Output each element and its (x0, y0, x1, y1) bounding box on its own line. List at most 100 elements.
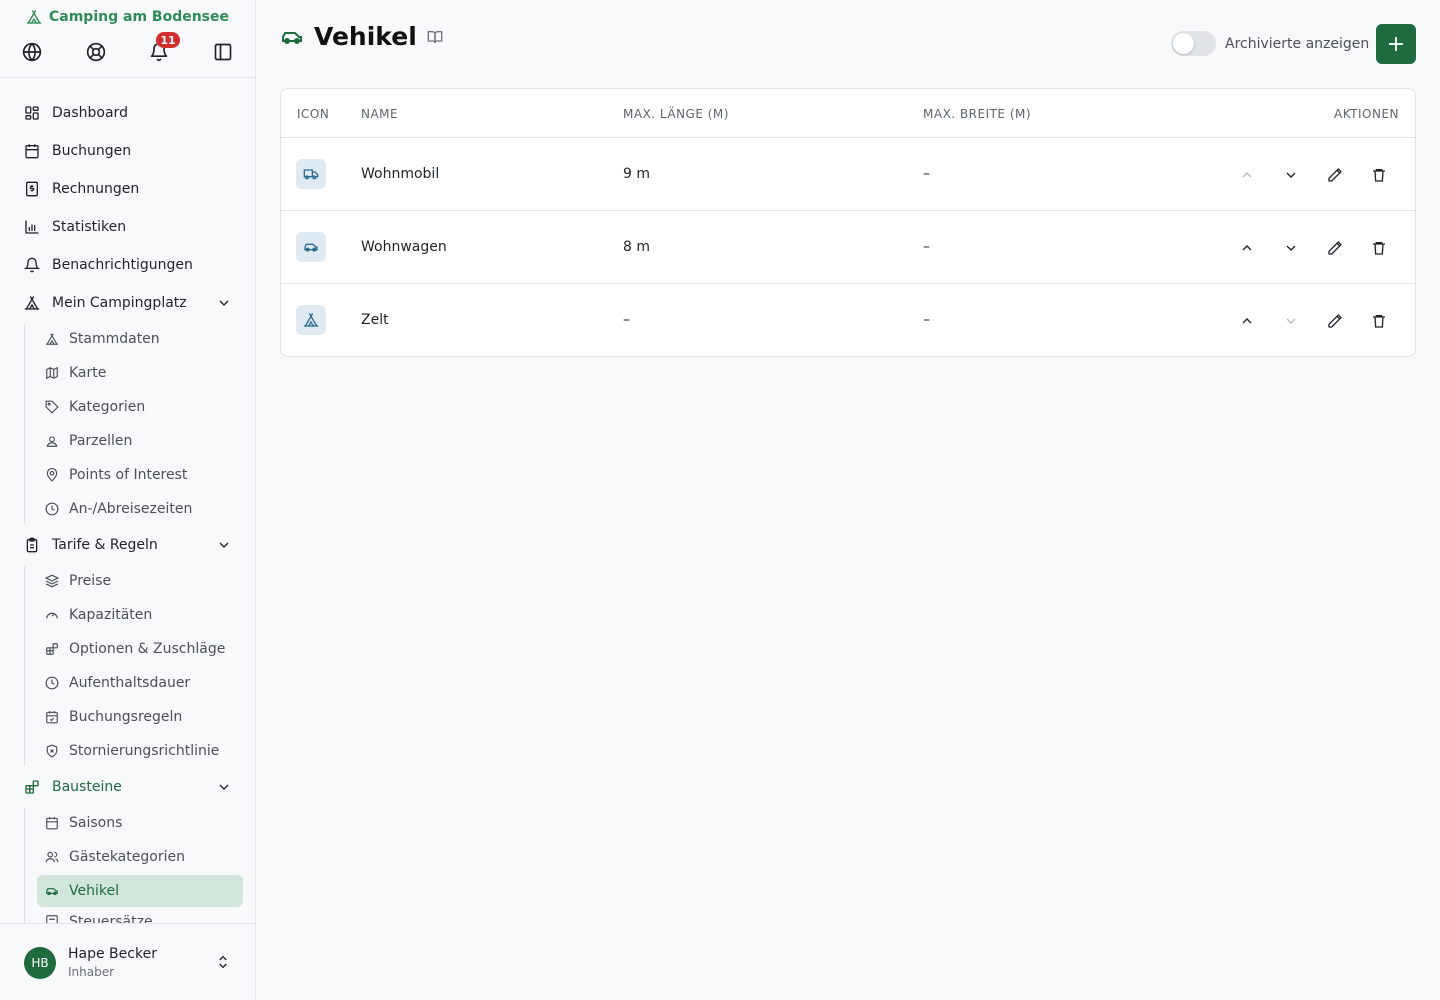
tent-icon (24, 296, 40, 310)
nav-label: Bausteine (52, 779, 122, 795)
sidebar-item-steuersaetze[interactable]: Steuersätze (37, 909, 243, 923)
toggle-label: Archivierte anzeigen (1225, 35, 1370, 52)
submenu-line (24, 808, 25, 923)
edit-button[interactable] (1325, 165, 1345, 185)
sidebar-item-label: Parzellen (69, 433, 133, 449)
nav-label: Mein Campingplatz (52, 295, 187, 311)
vehicle-name: Wohnwagen (361, 239, 447, 255)
sidebar-item-label: Stammdaten (69, 331, 160, 347)
sidebar-item-parzellen[interactable]: Parzellen (37, 425, 243, 457)
nav-label: Dashboard (52, 105, 128, 121)
nav-rechnungen[interactable]: Rechnungen (12, 172, 244, 206)
sidebar-item-label: Optionen & Zuschläge (69, 641, 226, 657)
sidebar-item-label: Saisons (69, 815, 123, 831)
car-icon (46, 888, 58, 896)
toggle-switch[interactable] (1171, 31, 1216, 56)
row-icon (296, 305, 326, 335)
toggle-sidebar-button[interactable] (211, 40, 235, 64)
move-up-button[interactable] (1237, 311, 1257, 331)
column-header: MAX. BREITE (M) (923, 107, 1032, 121)
nav-tarife-regeln[interactable]: Tarife & Regeln (12, 528, 244, 562)
sidebar-item-kategorien[interactable]: Kategorien (37, 391, 243, 423)
delete-button[interactable] (1369, 238, 1389, 258)
vehicle-table: ICON NAME MAX. LÄNGE (M) MAX. BREITE (M)… (280, 88, 1416, 357)
brand[interactable]: Camping am Bodensee (26, 9, 229, 25)
sidebar-panel-icon (214, 43, 232, 61)
edit-button[interactable] (1325, 238, 1345, 258)
language-button[interactable] (20, 40, 44, 64)
book-open-icon[interactable] (427, 29, 443, 45)
sidebar-item-poi[interactable]: Points of Interest (37, 459, 243, 491)
sidebar-item-optionen[interactable]: Optionen & Zuschläge (37, 633, 243, 665)
help-button[interactable] (84, 40, 108, 64)
sidebar-item-label: Aufenthaltsdauer (69, 675, 191, 691)
chevron-up-icon (1242, 245, 1252, 251)
table-row[interactable]: Zelt – – (281, 284, 1415, 356)
move-up-button[interactable] (1237, 238, 1257, 258)
car-icon (282, 31, 302, 44)
user-role: Inhaber (68, 965, 115, 979)
edit-button[interactable] (1325, 311, 1345, 331)
sidebar-item-stornierung[interactable]: Stornierungsrichtlinie (37, 735, 243, 767)
vehicle-width: – (923, 239, 930, 255)
divider (0, 77, 255, 78)
column-header: AKTIONEN (1334, 107, 1399, 121)
nav-mein-campingplatz[interactable]: Mein Campingplatz (12, 286, 244, 320)
sidebar-item-gaestekategorien[interactable]: Gästekategorien (37, 841, 243, 873)
trash-icon (1373, 315, 1385, 328)
sidebar-item-karte[interactable]: Karte (37, 357, 243, 389)
users-icon (45, 851, 59, 863)
sidebar-item-stammdaten[interactable]: Stammdaten (37, 323, 243, 355)
sidebar-item-label: Stornierungsrichtlinie (69, 743, 220, 759)
sidebar-item-buchungsregeln[interactable]: Buchungsregeln (37, 701, 243, 733)
tent-icon (46, 333, 58, 345)
sidebar-item-label: Gästekategorien (69, 849, 185, 865)
submenu-line (24, 324, 25, 524)
vehicle-width: – (923, 166, 930, 182)
blocks-icon (46, 643, 58, 655)
sidebar-toolbar (0, 36, 255, 68)
delete-button[interactable] (1369, 311, 1389, 331)
sidebar-item-label: Kategorien (69, 399, 146, 415)
archived-toggle[interactable]: Archivierte anzeigen (1171, 31, 1369, 56)
lifebuoy-icon (86, 42, 106, 62)
brand-name: Camping am Bodensee (49, 9, 229, 25)
add-vehicle-button[interactable]: + (1376, 24, 1416, 64)
chevron-up-down-icon (219, 955, 227, 969)
truck-icon (303, 169, 319, 180)
trash-icon (1373, 242, 1385, 255)
sidebar-item-aufenthaltsdauer[interactable]: Aufenthaltsdauer (37, 667, 243, 699)
user-menu[interactable]: HB Hape Becker Inhaber (0, 923, 255, 1000)
pencil-icon (1328, 241, 1342, 255)
blocks-icon (25, 780, 39, 794)
map-pin-area-icon (46, 436, 58, 447)
tag-icon (45, 400, 59, 414)
sidebar-item-kapazitaeten[interactable]: Kapazitäten (37, 599, 243, 631)
sidebar-item-label: Vehikel (69, 883, 119, 899)
move-down-button[interactable] (1281, 165, 1301, 185)
move-down-button[interactable] (1281, 311, 1301, 331)
nav-benachrichtigungen[interactable]: Benachrichtigungen (12, 248, 244, 282)
sidebar-item-preise[interactable]: Preise (37, 565, 243, 597)
nav-label: Buchungen (52, 143, 132, 159)
move-down-button[interactable] (1281, 238, 1301, 258)
vehicle-name: Wohnmobil (361, 166, 440, 182)
calendar-check-icon (46, 711, 58, 724)
nav-buchungen[interactable]: Buchungen (12, 134, 244, 168)
move-up-button[interactable] (1237, 165, 1257, 185)
receipt-icon (46, 915, 58, 923)
sidebar-item-saisons[interactable]: Saisons (37, 807, 243, 839)
sidebar-item-vehikel[interactable]: Vehikel (37, 875, 243, 907)
table-row[interactable]: Wohnmobil 9 m – (281, 138, 1415, 211)
calendar-icon (25, 144, 39, 159)
nav-bausteine[interactable]: Bausteine (12, 770, 244, 804)
sidebar-item-anreisezeiten[interactable]: An-/Abreisezeiten (37, 493, 243, 525)
vehicle-name: Zelt (361, 312, 389, 328)
nav-statistiken[interactable]: Statistiken (12, 210, 244, 244)
delete-button[interactable] (1369, 165, 1389, 185)
chevron-up-icon (1242, 318, 1252, 324)
table-row[interactable]: Wohnwagen 8 m – (281, 211, 1415, 284)
page-header: Vehikel (280, 22, 443, 51)
tent-icon (26, 10, 42, 24)
nav-dashboard[interactable]: Dashboard (12, 96, 244, 130)
